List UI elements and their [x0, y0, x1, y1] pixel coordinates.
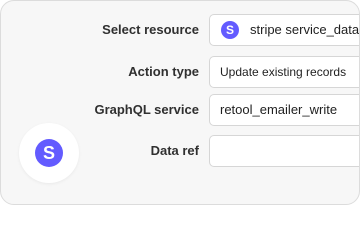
select-resource-dropdown[interactable]: S stripe service_data_ — [209, 14, 360, 46]
form-panel: Select resource S stripe service_data_ A… — [0, 0, 360, 205]
data-ref-label: Data ref — [150, 143, 199, 158]
data-ref-input[interactable] — [209, 135, 359, 167]
graphql-service-row: GraphQL service retool_emailer_write — [1, 94, 359, 126]
select-resource-label: Select resource — [102, 22, 199, 37]
action-type-label: Action type — [128, 64, 199, 79]
stripe-logo-icon: S — [35, 139, 63, 167]
select-resource-value: stripe service_data_ — [250, 22, 360, 37]
select-resource-row: Select resource S stripe service_data_ — [1, 14, 360, 46]
graphql-service-select[interactable]: retool_emailer_write — [209, 94, 359, 126]
stripe-logo: S — [19, 123, 79, 183]
graphql-service-label: GraphQL service — [94, 102, 199, 117]
action-type-select[interactable]: Update existing records — [209, 56, 359, 88]
graphql-service-value: retool_emailer_write — [220, 102, 338, 117]
stripe-icon: S — [221, 21, 239, 39]
action-type-row: Action type Update existing records — [1, 56, 359, 88]
action-type-value: Update existing records — [220, 65, 347, 79]
